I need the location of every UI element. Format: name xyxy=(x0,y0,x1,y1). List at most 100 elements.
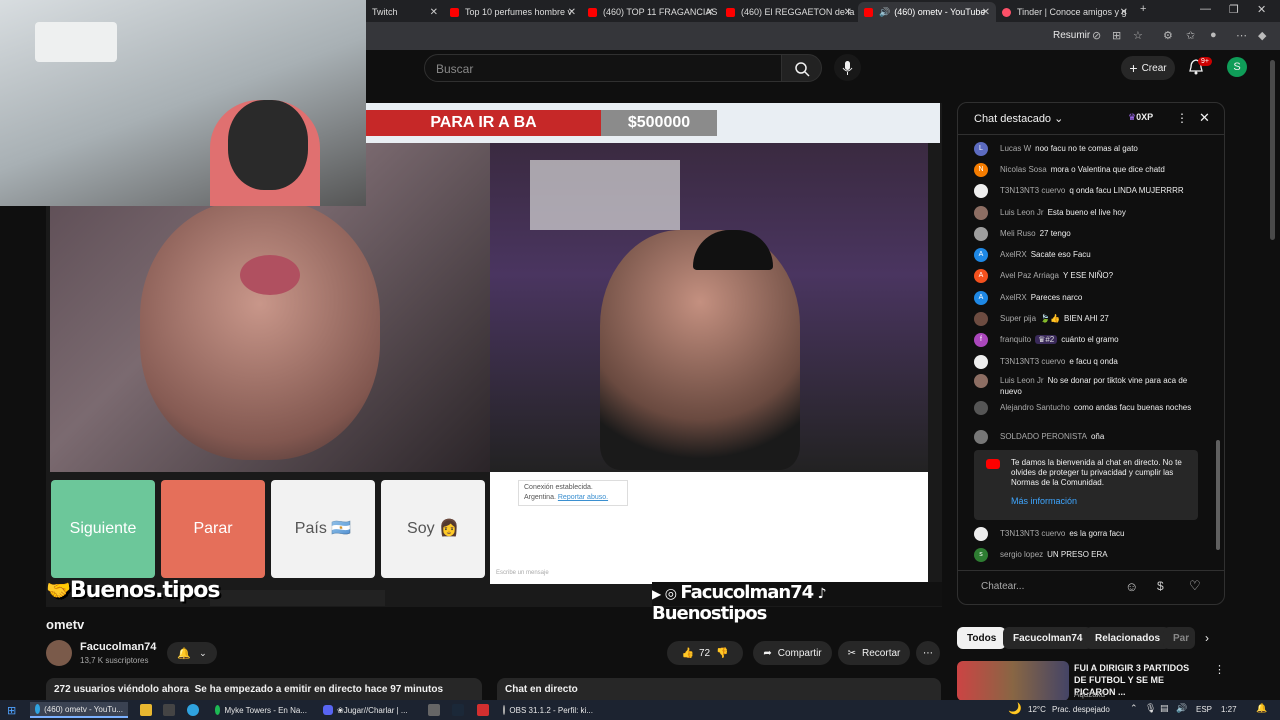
description-box[interactable]: 272 usuarios viéndolo ahora Se ha empeza… xyxy=(46,678,482,700)
chat-author[interactable]: AxelRX xyxy=(1000,293,1027,302)
chip-all[interactable]: Todos xyxy=(957,627,1007,649)
chip-more[interactable]: Par xyxy=(1163,627,1195,649)
chat-menu-icon[interactable]: ⋮ xyxy=(1176,111,1188,125)
next-button[interactable]: Siguiente xyxy=(51,480,155,578)
app-icon[interactable] xyxy=(428,704,440,716)
star-icon[interactable]: ☆ xyxy=(1133,29,1143,42)
live-chat-toggle[interactable]: Chat en directo xyxy=(497,678,941,700)
edge-icon[interactable] xyxy=(187,704,199,716)
close-icon[interactable]: ✕ xyxy=(706,7,714,18)
recommended-thumbnail[interactable] xyxy=(957,661,1069,701)
recommended-channel[interactable]: Aquzakd xyxy=(1074,690,1105,699)
like-button[interactable]: 👍 72 xyxy=(681,648,710,659)
taskbar-item-spotify[interactable]: Myke Towers - En Na... xyxy=(210,702,312,718)
tab-twitch[interactable]: Twitch ✕ xyxy=(366,2,444,22)
voice-search-button[interactable] xyxy=(834,54,861,81)
profile-icon[interactable]: ● xyxy=(1210,29,1217,41)
chat-author[interactable]: franquito xyxy=(1000,335,1031,344)
grid-icon[interactable]: ⊞ xyxy=(1112,29,1121,42)
chat-author[interactable]: T3N13NT3 cuervo xyxy=(1000,186,1065,195)
taskbar-item-discord[interactable]: ❀Jugar//Charlar | ... xyxy=(318,702,416,718)
weather-icon[interactable]: 🌙 xyxy=(1008,702,1022,715)
microphone-icon[interactable]: 🎙 xyxy=(1145,703,1156,714)
chevron-up-icon[interactable]: ⌃ xyxy=(1130,703,1138,714)
close-icon[interactable]: ✕ xyxy=(982,7,990,18)
close-icon[interactable]: ✕ xyxy=(1199,110,1210,126)
chat-author[interactable]: Nicolas Sosa xyxy=(1000,165,1047,174)
chat-author[interactable]: Meli Ruso xyxy=(1000,229,1036,238)
network-icon[interactable]: ▤ xyxy=(1160,703,1169,714)
folder-icon[interactable] xyxy=(140,704,152,716)
minimize-icon[interactable]: — xyxy=(1200,3,1211,15)
notification-center-icon[interactable]: 🔔 xyxy=(1256,703,1267,714)
resume-button[interactable]: Resumir xyxy=(1053,30,1090,41)
tab-ometv[interactable]: 🔊 (460) ometv - YouTube ✕ xyxy=(858,2,996,22)
chip-related[interactable]: Relacionados xyxy=(1085,627,1171,649)
copilot-icon[interactable]: ◆ xyxy=(1258,29,1266,42)
chat-author[interactable]: T3N13NT3 cuervo xyxy=(1000,529,1065,538)
dislike-button[interactable]: 👎 xyxy=(716,648,728,659)
emoji-icon[interactable]: ☺ xyxy=(1125,579,1138,594)
chat-author[interactable]: Luis Leon Jr xyxy=(1000,376,1044,385)
clip-button[interactable]: ✂ Recortar xyxy=(838,641,910,665)
create-button[interactable]: + Crear xyxy=(1121,56,1175,80)
taskbar-item-edge[interactable]: (460) ometv - YouTu... xyxy=(30,702,128,718)
puzzle-icon[interactable]: ⚙ xyxy=(1163,29,1173,42)
chat-author[interactable]: T3N13NT3 cuervo xyxy=(1000,357,1065,366)
heart-icon[interactable]: ♡ xyxy=(1189,578,1201,594)
new-tab-icon[interactable]: + xyxy=(1140,3,1146,15)
more-dots-icon[interactable]: ⋮ xyxy=(1214,663,1225,676)
close-icon[interactable]: ✕ xyxy=(844,7,852,18)
more-info-link[interactable]: Más información xyxy=(1011,496,1188,506)
more-actions-button[interactable]: ⋯ xyxy=(916,641,940,665)
user-avatar[interactable]: S xyxy=(1227,57,1247,77)
close-icon[interactable]: ✕ xyxy=(430,7,438,18)
gender-button[interactable]: Soy 👩 xyxy=(381,480,485,578)
language-indicator[interactable]: ESP xyxy=(1196,705,1212,714)
chat-author[interactable]: Super pija xyxy=(1000,314,1036,323)
channel-avatar[interactable] xyxy=(46,640,72,666)
taskbar-item-obs[interactable]: OBS 31.1.2 - Perfil: ki... xyxy=(498,702,598,718)
close-window-icon[interactable]: ✕ xyxy=(1257,3,1266,16)
subscription-bell-button[interactable]: 🔔 ⌄ xyxy=(167,642,217,664)
super-chat-icon[interactable]: $ xyxy=(1157,579,1164,593)
chat-scrollbar[interactable] xyxy=(1216,440,1220,550)
steam-icon[interactable] xyxy=(452,704,464,716)
tab-perfumes[interactable]: Top 10 perfumes hombre v ✕ xyxy=(444,2,582,22)
chat-author[interactable]: Lucas W xyxy=(1000,144,1031,153)
page-scrollbar[interactable] xyxy=(1270,60,1275,240)
volume-icon[interactable]: 🔊 xyxy=(1176,703,1187,714)
chip-channel[interactable]: Facucolman74 xyxy=(1003,627,1093,649)
restore-icon[interactable]: ❐ xyxy=(1229,3,1239,16)
chat-author[interactable]: SOLDADO PERONISTA xyxy=(1000,432,1087,441)
chat-author[interactable]: AxelRX xyxy=(1000,250,1027,259)
close-icon[interactable]: ✕ xyxy=(1120,7,1128,18)
tab-fragancias[interactable]: (460) TOP 11 FRAGANCIAS ✕ xyxy=(582,2,720,22)
chat-input[interactable]: Chatear... xyxy=(973,576,1117,598)
message-input[interactable]: Escribe un mensaje xyxy=(496,570,549,576)
favorites-icon[interactable]: ✩ xyxy=(1186,29,1195,42)
windows-start-icon[interactable]: ⊞ xyxy=(7,704,16,717)
chat-author[interactable]: sergio lopez xyxy=(1000,550,1043,559)
chat-author[interactable]: Alejandro Santucho xyxy=(1000,403,1070,412)
calculator-icon[interactable] xyxy=(163,704,175,716)
chat-author[interactable]: Avel Paz Arriaga xyxy=(1000,271,1059,280)
chat-mode-selector[interactable]: Chat destacado ⌄ xyxy=(974,112,1063,125)
menu-dots-icon[interactable]: ⋯ xyxy=(1236,29,1247,42)
points-badge[interactable]: ♛0XP xyxy=(1128,112,1153,123)
tab-tinder[interactable]: Tinder | Conoce amigos y g ✕ xyxy=(996,2,1134,22)
chevron-right-icon[interactable]: › xyxy=(1205,631,1209,645)
search-input[interactable]: Buscar xyxy=(424,54,782,82)
report-abuse-link[interactable]: Reportar abuso. xyxy=(558,494,608,501)
channel-name[interactable]: Facucolman74 xyxy=(80,641,156,653)
share-button[interactable]: ➦ Compartir xyxy=(753,641,832,665)
clock[interactable]: 1:27 xyxy=(1221,705,1237,714)
search-button[interactable] xyxy=(781,54,822,82)
extension-icon[interactable]: ⊘ xyxy=(1092,29,1101,42)
tab-reggaeton[interactable]: (460) El REGGAETON de la ✕ xyxy=(720,2,858,22)
close-icon[interactable]: ✕ xyxy=(568,7,576,18)
stop-button[interactable]: Parar xyxy=(161,480,265,578)
shield-icon[interactable] xyxy=(477,704,489,716)
country-button[interactable]: País 🇦🇷 xyxy=(271,480,375,578)
chat-author[interactable]: Luis Leon Jr xyxy=(1000,208,1044,217)
